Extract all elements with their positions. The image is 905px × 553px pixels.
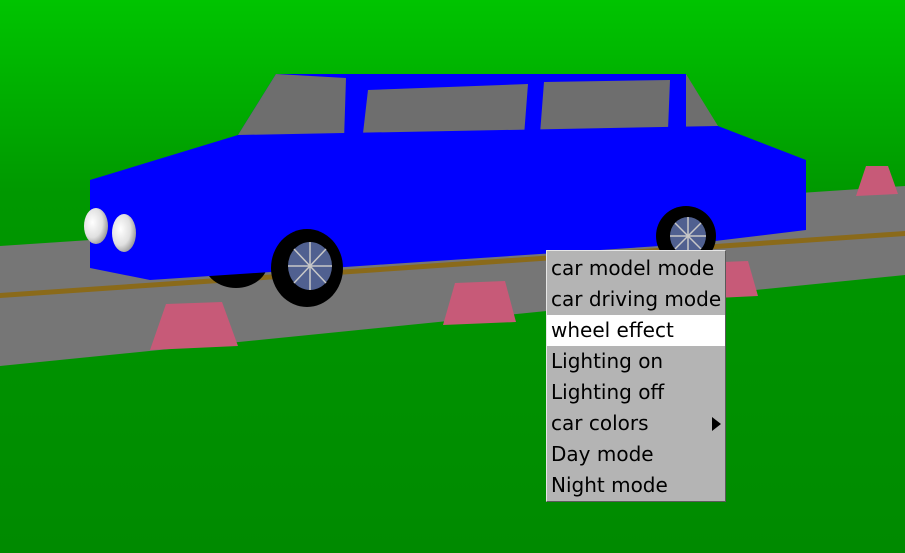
menu-item-label: car model mode [551, 256, 715, 280]
menu-item-night-mode[interactable]: Night mode [547, 470, 725, 501]
headlight-left [84, 208, 108, 244]
menu-item-label: Lighting on [551, 349, 664, 373]
menu-item-car-colors[interactable]: car colors [547, 408, 725, 439]
traffic-cone [443, 281, 516, 325]
menu-item-day-mode[interactable]: Day mode [547, 439, 725, 470]
menu-item-lighting-on[interactable]: Lighting on [547, 346, 725, 377]
menu-item-label: car driving mode [551, 287, 722, 311]
menu-item-wheel-effect[interactable]: wheel effect [547, 315, 725, 346]
menu-item-label: Night mode [551, 473, 668, 497]
menu-item-lighting-off[interactable]: Lighting off [547, 377, 725, 408]
menu-item-car-model-mode[interactable]: car model mode [547, 253, 725, 284]
menu-item-label: Day mode [551, 442, 654, 466]
context-menu: car model mode car driving mode wheel ef… [546, 250, 726, 502]
triangle-right-icon [712, 417, 721, 431]
menu-item-car-driving-mode[interactable]: car driving mode [547, 284, 725, 315]
menu-item-label: car colors [551, 411, 649, 435]
3d-car-scene[interactable] [0, 0, 905, 553]
car-side-window [540, 80, 670, 134]
menu-item-label: wheel effect [551, 318, 674, 342]
menu-item-label: Lighting off [551, 380, 665, 404]
headlight-right [112, 214, 136, 252]
